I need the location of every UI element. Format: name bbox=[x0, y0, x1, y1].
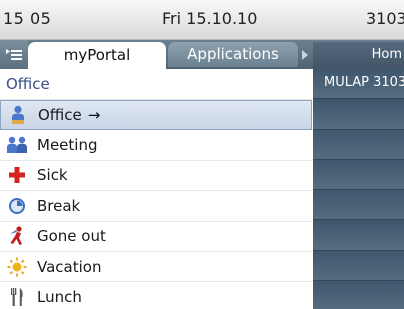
sun-icon bbox=[6, 256, 28, 278]
right-panel-row bbox=[313, 190, 404, 220]
fork-knife-icon bbox=[6, 286, 28, 308]
right-panel-row bbox=[313, 160, 404, 190]
person-icon bbox=[7, 104, 29, 126]
right-panel-row bbox=[313, 281, 404, 309]
tab-scroll-right[interactable] bbox=[298, 46, 312, 64]
right-panel-row bbox=[313, 100, 404, 130]
chevron-right-icon bbox=[302, 50, 308, 60]
list-item-office[interactable]: Office → bbox=[0, 100, 312, 131]
date-display: Fri 15.10.10 bbox=[162, 9, 258, 28]
main-panel: Office Office → Meeting Sick Break Gone … bbox=[0, 69, 312, 309]
list-item-sick[interactable]: Sick bbox=[0, 161, 312, 192]
meeting-icon bbox=[6, 134, 28, 156]
status-bar: 15 05 Fri 15.10.10 31030 bbox=[0, 0, 404, 40]
list-item-label: Break bbox=[37, 196, 81, 215]
right-panel: MULAP 3103 bbox=[313, 69, 404, 309]
tab-myportal[interactable]: myPortal bbox=[28, 42, 166, 69]
arrow-right-icon: → bbox=[87, 106, 101, 125]
right-panel-row bbox=[313, 221, 404, 251]
list-item-label: Lunch bbox=[37, 288, 82, 307]
phone-number: 31030 bbox=[366, 9, 404, 28]
list-item-label: Gone out bbox=[37, 227, 106, 246]
list-item-label: Meeting bbox=[37, 136, 98, 155]
list-item-label: Sick bbox=[37, 166, 68, 185]
list-item-label: Office bbox=[38, 106, 82, 125]
menu-list-icon bbox=[6, 48, 22, 60]
clock-icon bbox=[6, 195, 28, 217]
list-item-lunch[interactable]: Lunch bbox=[0, 282, 312, 309]
tab-applications[interactable]: Applications bbox=[168, 42, 298, 67]
right-panel-row[interactable]: MULAP 3103 bbox=[313, 69, 404, 99]
presence-list: Office → Meeting Sick Break Gone out Vac… bbox=[0, 100, 312, 309]
list-item-gone-out[interactable]: Gone out bbox=[0, 222, 312, 252]
right-panel-row bbox=[313, 251, 404, 281]
list-item-meeting[interactable]: Meeting bbox=[0, 130, 312, 161]
list-item-break[interactable]: Break bbox=[0, 191, 312, 222]
clock-time: 15 05 bbox=[3, 9, 52, 28]
list-item-label: Vacation bbox=[37, 257, 102, 276]
gone-out-icon bbox=[6, 225, 28, 247]
red-cross-icon bbox=[6, 164, 28, 186]
line-label: MULAP 3103 bbox=[324, 75, 404, 90]
right-panel-row bbox=[313, 130, 404, 160]
list-item-vacation[interactable]: Vacation bbox=[0, 252, 312, 283]
panel-title: Office bbox=[0, 69, 312, 100]
menu-button[interactable] bbox=[0, 40, 28, 69]
tab-home-partial[interactable]: Hom bbox=[313, 42, 404, 69]
